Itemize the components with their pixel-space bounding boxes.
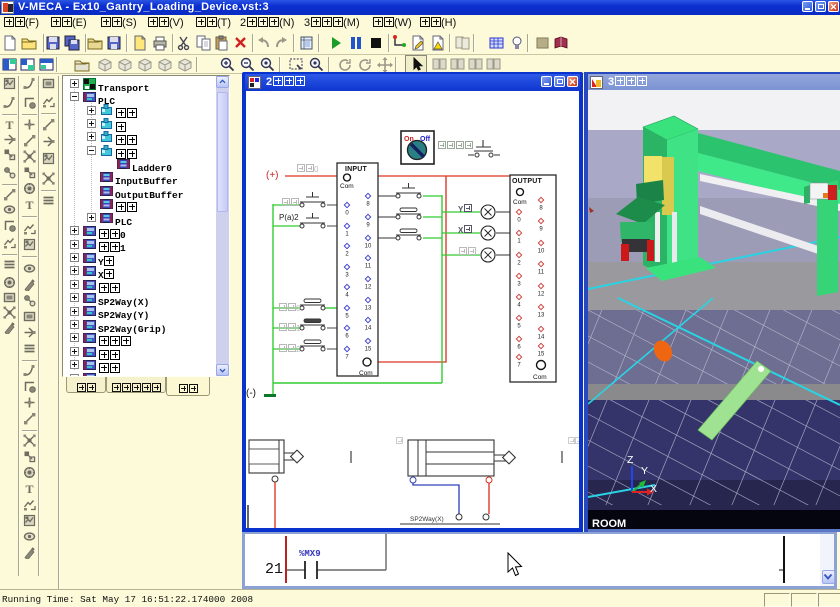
svg-text:15: 15: [538, 352, 545, 358]
svg-text:Y: Y: [641, 465, 648, 477]
svg-text:Z: Z: [627, 454, 634, 466]
svg-text:14: 14: [538, 335, 545, 341]
svg-text:13: 13: [365, 306, 372, 312]
svg-text:11: 11: [538, 270, 545, 276]
svg-text:10: 10: [365, 244, 372, 250]
svg-text:15: 15: [365, 347, 372, 353]
svg-text:14: 14: [365, 326, 372, 332]
svg-text:12: 12: [365, 285, 372, 291]
svg-text:10: 10: [538, 249, 545, 255]
svg-text:11: 11: [365, 264, 372, 270]
svg-text:T: T: [26, 482, 34, 495]
svg-text:13: 13: [538, 313, 545, 319]
svg-text:ROOM: ROOM: [592, 518, 626, 530]
svg-text:12: 12: [538, 292, 545, 298]
svg-text:T: T: [6, 118, 14, 131]
svg-text:T: T: [26, 198, 34, 211]
svg-text:X: X: [650, 483, 657, 495]
